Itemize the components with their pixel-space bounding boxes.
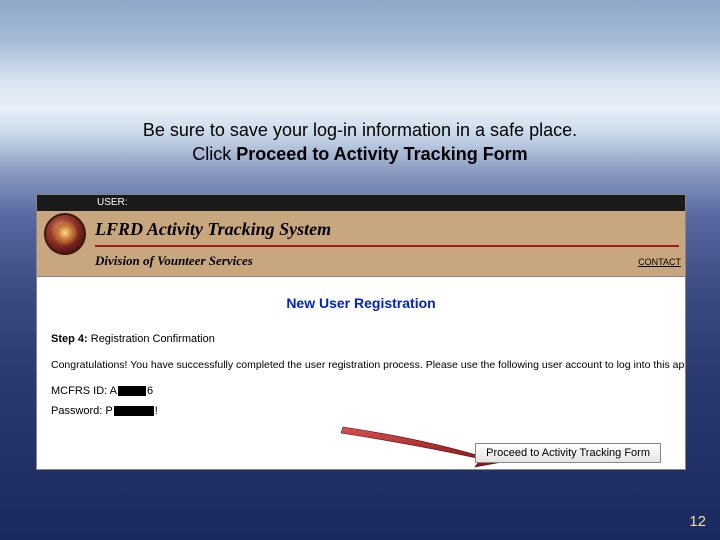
- divider: [95, 245, 679, 247]
- app-title: LFRD Activity Tracking System: [95, 219, 331, 240]
- content-area: New User Registration Step 4: Registrati…: [37, 277, 685, 417]
- contact-link[interactable]: CONTACT: [638, 257, 681, 267]
- user-label: USER:: [97, 197, 128, 208]
- page-number: 12: [689, 513, 706, 530]
- instruction-line2: Click Proceed to Activity Tracking Form: [0, 142, 720, 166]
- app-subtitle: Division of Vounteer Services: [95, 253, 253, 269]
- mcfrs-id: MCFRS ID: A6: [51, 385, 671, 397]
- password: Password: P!: [51, 405, 671, 417]
- congrats-text: Congratulations! You have successfully c…: [51, 359, 671, 371]
- redacted-password: [114, 406, 154, 416]
- app-window: USER: LFRD Activity Tracking System Divi…: [36, 194, 686, 470]
- instruction-text: Be sure to save your log-in information …: [0, 0, 720, 167]
- step-label: Step 4: Registration Confirmation: [51, 333, 671, 345]
- seal-icon: [39, 197, 91, 275]
- registration-title: New User Registration: [51, 295, 671, 311]
- redacted-id: [118, 386, 146, 396]
- topbar: USER:: [37, 195, 685, 211]
- proceed-button[interactable]: Proceed to Activity Tracking Form: [475, 443, 661, 463]
- banner: LFRD Activity Tracking System Division o…: [37, 211, 685, 277]
- instruction-line1: Be sure to save your log-in information …: [0, 118, 720, 142]
